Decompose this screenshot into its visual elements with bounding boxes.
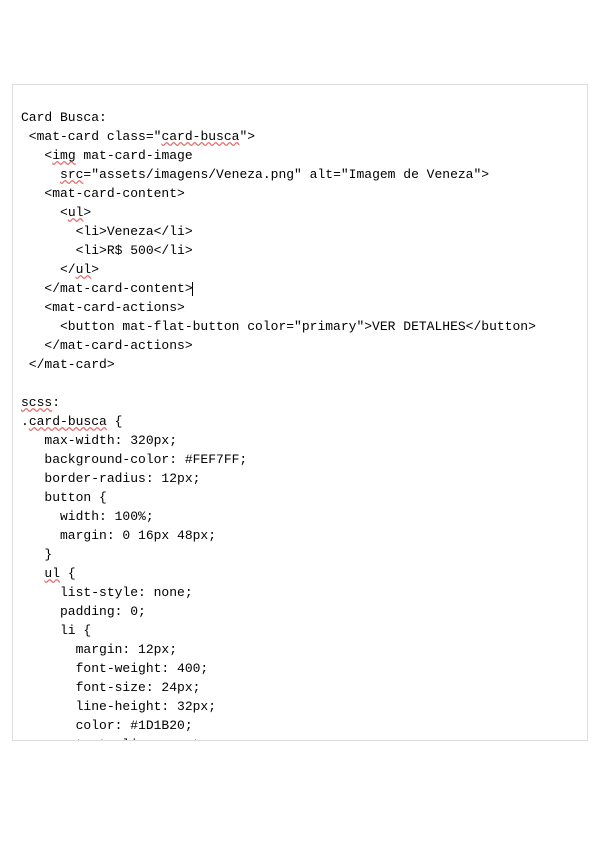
spell-squiggle: ul bbox=[44, 566, 60, 581]
code-line: font-size: 24px; bbox=[21, 680, 200, 695]
code-line: <img mat-card-image bbox=[21, 148, 193, 163]
spell-squiggle: scss bbox=[21, 395, 52, 410]
spell-squiggle: card-busca bbox=[161, 129, 239, 144]
code-line: <mat-card-content> bbox=[21, 186, 185, 201]
code-line: <button mat-flat-button color="primary">… bbox=[21, 319, 536, 334]
code-line: list-style: none; bbox=[21, 585, 193, 600]
code-line: </mat-card> bbox=[21, 357, 115, 372]
code-line: </mat-card-content> bbox=[21, 281, 193, 296]
code-line: <mat-card-actions> bbox=[21, 300, 185, 315]
code-line: ul { bbox=[21, 566, 76, 581]
code-line: color: #1D1B20; bbox=[21, 718, 193, 733]
code-line: border-radius: 12px; bbox=[21, 471, 200, 486]
code-line: width: 100%; bbox=[21, 509, 154, 524]
code-line: text-align: center; bbox=[21, 737, 224, 741]
code-line: margin: 12px; bbox=[21, 642, 177, 657]
spell-squiggle: img bbox=[52, 148, 75, 163]
code-line: padding: 0; bbox=[21, 604, 146, 619]
code-line: font-weight: 400; bbox=[21, 661, 208, 676]
code-line: <li>Veneza</li> bbox=[21, 224, 193, 239]
code-line: </ul> bbox=[21, 262, 99, 277]
code-line: Card Busca: bbox=[21, 110, 107, 125]
code-line: <mat-card class="card-busca"> bbox=[21, 129, 255, 144]
spell-squiggle: src bbox=[60, 167, 83, 182]
code-line: } bbox=[21, 547, 52, 562]
code-line: src="assets/imagens/Veneza.png" alt="Ima… bbox=[21, 167, 489, 182]
spell-squiggle: ul bbox=[76, 262, 92, 277]
code-line: <li>R$ 500</li> bbox=[21, 243, 193, 258]
code-line: scss: bbox=[21, 395, 60, 410]
code-line: button { bbox=[21, 490, 107, 505]
code-line: li { bbox=[21, 623, 91, 638]
code-line: <ul> bbox=[21, 205, 91, 220]
code-content[interactable]: Card Busca: <mat-card class="card-busca"… bbox=[13, 104, 587, 741]
spell-squiggle: card-busca bbox=[29, 414, 107, 429]
code-editor-panel: Card Busca: <mat-card class="card-busca"… bbox=[12, 84, 588, 741]
code-line: </mat-card-actions> bbox=[21, 338, 193, 353]
code-line: background-color: #FEF7FF; bbox=[21, 452, 247, 467]
code-line: margin: 0 16px 48px; bbox=[21, 528, 216, 543]
code-line: .card-busca { bbox=[21, 414, 122, 429]
code-line: max-width: 320px; bbox=[21, 433, 177, 448]
spell-squiggle: ul bbox=[68, 205, 84, 220]
text-cursor bbox=[192, 282, 193, 296]
code-line: line-height: 32px; bbox=[21, 699, 216, 714]
